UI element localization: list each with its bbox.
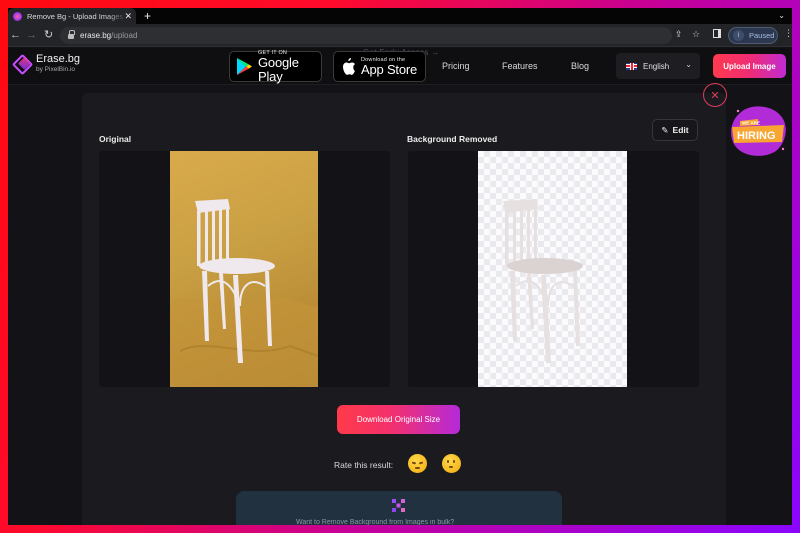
- reload-icon[interactable]: ↻: [44, 27, 53, 43]
- profile-button[interactable]: I Paused: [728, 27, 778, 44]
- close-icon: ✕: [710, 89, 720, 102]
- star-icon[interactable]: ☆: [692, 27, 700, 41]
- browser-toolbar: ← → ↻ erase.bg/upload ⇪ ☆ I Paused ⋮: [8, 24, 792, 47]
- edit-label: Edit: [672, 125, 689, 135]
- edit-button[interactable]: ✎ Edit: [652, 119, 698, 141]
- back-arrow-icon[interactable]: ←: [10, 27, 21, 43]
- new-tab-button[interactable]: +: [144, 8, 151, 24]
- tab-close-icon[interactable]: ✕: [124, 10, 132, 22]
- nav-pricing[interactable]: Pricing: [442, 60, 470, 72]
- browser-tab[interactable]: Remove Bg - Upload Images to Remove Back…: [8, 8, 136, 24]
- app-store-button[interactable]: Download on the App Store: [333, 51, 426, 82]
- upload-image-button[interactable]: Upload Image: [713, 54, 786, 78]
- hiring-small-text: WE ARE: [742, 121, 760, 126]
- forward-arrow-icon[interactable]: →: [26, 27, 37, 43]
- logo-sub: by PixelBin.io: [36, 66, 76, 73]
- side-panel-icon[interactable]: [713, 29, 721, 38]
- kebab-menu-icon[interactable]: ⋮: [784, 28, 792, 39]
- pencil-icon: ✎: [661, 124, 669, 135]
- sad-face-emoji[interactable]: [408, 454, 427, 473]
- lock-icon[interactable]: [68, 30, 75, 39]
- original-image: [170, 151, 318, 387]
- download-original-size-button[interactable]: Download Original Size: [337, 405, 460, 434]
- chair-cutout-image: [503, 199, 583, 363]
- language-label: English: [643, 61, 670, 71]
- browser-window: Remove Bg - Upload Images to Remove Back…: [8, 8, 792, 525]
- chevron-down-icon: ⌄: [685, 60, 692, 69]
- url-path: /upload: [111, 31, 138, 40]
- erase-bg-logo-icon: [13, 55, 32, 72]
- background-removed-title: Background Removed: [407, 134, 498, 144]
- profile-avatar: I: [733, 30, 744, 41]
- site-header: Erase.bg by PixelBin.io Get Early Access…: [8, 48, 792, 85]
- address-bar[interactable]: erase.bg/upload: [60, 27, 672, 44]
- url-host: erase.bg: [80, 31, 112, 40]
- chair-image: [170, 199, 318, 387]
- uk-flag-icon: [626, 62, 637, 70]
- tab-title: Remove Bg - Upload Images to Remove Back…: [27, 11, 127, 21]
- apple-icon: [343, 58, 355, 75]
- tab-search-chevron-icon[interactable]: ⌄: [778, 8, 785, 24]
- promo-text: Want to Remove Background from Images in…: [296, 519, 455, 525]
- share-icon[interactable]: ⇪: [675, 27, 683, 41]
- nav-blog[interactable]: Blog: [571, 60, 589, 72]
- hiring-badge[interactable]: WE ARE HIRING: [728, 103, 790, 158]
- logo-name: Erase.bg: [36, 53, 81, 65]
- page-background: [8, 86, 82, 525]
- url-text[interactable]: erase.bg/upload: [80, 31, 137, 40]
- close-result-button[interactable]: ✕: [703, 83, 727, 107]
- hiring-big-text: HIRING: [737, 130, 776, 142]
- bulk-promo-card[interactable]: Want to Remove Background from Images in…: [236, 491, 562, 525]
- google-play-big-text: Google Play: [258, 54, 299, 84]
- google-play-button[interactable]: GET IT ON Google Play: [229, 50, 322, 84]
- neutral-face-emoji[interactable]: [442, 454, 461, 473]
- background-removed-image: [478, 151, 627, 387]
- pixelbin-icon: [392, 499, 405, 512]
- app-store-big-text: App Store: [361, 61, 418, 77]
- favicon-icon: [13, 11, 22, 21]
- nav-features[interactable]: Features: [502, 60, 538, 72]
- rate-label: Rate this result:: [334, 460, 394, 470]
- original-title: Original: [99, 134, 132, 144]
- google-play-icon: [236, 57, 253, 76]
- language-select[interactable]: English ⌄: [616, 53, 700, 79]
- profile-status: Paused: [749, 31, 775, 40]
- logo[interactable]: Erase.bg by PixelBin.io: [13, 53, 80, 74]
- tab-bar: Remove Bg - Upload Images to Remove Back…: [8, 8, 792, 24]
